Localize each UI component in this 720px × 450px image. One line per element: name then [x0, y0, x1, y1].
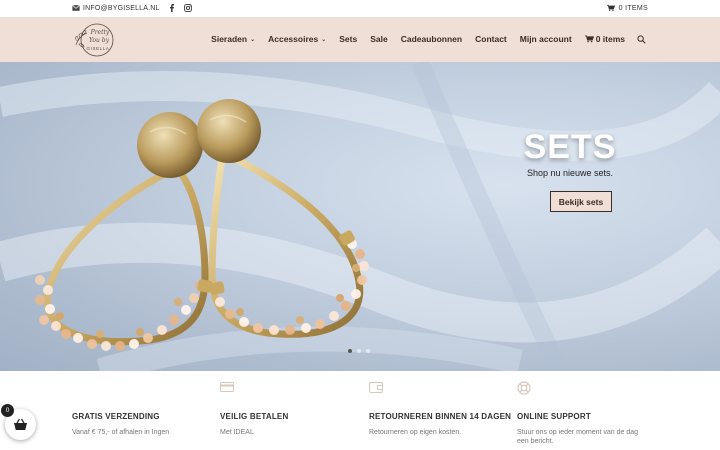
lifebuoy-icon: [517, 381, 531, 395]
site-header: Pretty You by GISELLA Sieraden ⌄ Accessoi…: [0, 17, 720, 62]
hero-image-earrings: [0, 62, 720, 371]
top-cart-text: 0 ITEMS: [618, 4, 648, 12]
top-cart-link[interactable]: 0 ITEMS: [606, 4, 648, 12]
slider-pagination: [348, 349, 370, 353]
feature-text: Stuur ons op ieder moment van de dag een…: [517, 429, 639, 445]
features-row: GRATIS VERZENDING Vanaf € 75,- of afhale…: [0, 371, 720, 450]
feature-text: Vanaf € 75,- of afhalen in Ingen: [72, 429, 170, 436]
feature-title: RETOURNEREN BINNEN 14 DAGEN: [369, 412, 512, 421]
email-link[interactable]: INFO@BYGISELLA.NL: [72, 4, 160, 12]
nav-item-sale[interactable]: Sale: [370, 34, 388, 44]
nav-cart-text: 0 items: [595, 34, 625, 44]
nav-item-accessoires[interactable]: Accessoires ⌄: [268, 34, 326, 44]
main-nav: Sieraden ⌄ Accessoires ⌄ Sets Sale Cadeaub…: [198, 34, 646, 44]
cart-icon: [584, 35, 594, 43]
floating-cart-count: 0: [1, 404, 14, 417]
feature-text: Met IDEAL: [220, 429, 254, 436]
nav-item-sets[interactable]: Sets: [339, 34, 357, 44]
bekijk-sets-button[interactable]: Bekijk sets: [550, 191, 612, 212]
feature-title: GRATIS VERZENDING: [72, 412, 160, 421]
chevron-down-icon: ⌄: [250, 36, 256, 43]
wallet-icon: [369, 382, 383, 393]
nav-label: Sets: [339, 34, 358, 44]
credit-card-icon: [220, 382, 234, 392]
hero-subtitle: Shop nu nieuwe sets.: [526, 168, 614, 178]
nav-label: Cadeaubonnen: [400, 34, 463, 44]
slider-dot-2[interactable]: [357, 349, 361, 353]
nav-label: Accessoires: [268, 34, 319, 44]
basket-icon: [14, 418, 27, 430]
hero-title: SETS: [523, 128, 617, 166]
search-icon[interactable]: [637, 34, 646, 44]
logo-line-1: Pretty: [90, 29, 110, 36]
feature-text: Retourneren op eigen kosten.: [369, 429, 462, 436]
chevron-down-icon: ⌄: [321, 36, 327, 43]
nav-cart[interactable]: 0 items: [584, 34, 625, 44]
instagram-icon[interactable]: [183, 4, 192, 12]
slider-dot-1[interactable]: [348, 349, 352, 353]
cart-icon: [606, 4, 615, 11]
nav-label: Mijn account: [519, 34, 572, 44]
nav-label: Sale: [370, 34, 388, 44]
nav-item-cadeaubonnen[interactable]: Cadeaubonnen: [401, 34, 462, 44]
logo-line-3: GISELLA: [87, 46, 110, 51]
nav-item-mijn-account[interactable]: Mijn account: [520, 34, 572, 44]
slider-dot-3[interactable]: [366, 349, 370, 353]
email-text: INFO@BYGISELLA.NL: [83, 4, 160, 12]
feature-title: VEILIG BETALEN: [220, 412, 289, 421]
mail-icon: [72, 4, 80, 11]
hero-slider: SETS Shop nu nieuwe sets. Bekijk sets: [0, 62, 720, 371]
top-bar-contact: INFO@BYGISELLA.NL: [72, 4, 192, 12]
nav-label: Contact: [475, 34, 507, 44]
feature-title: ONLINE SUPPORT: [517, 412, 591, 421]
nav-label: Sieraden: [211, 34, 248, 44]
nav-item-sieraden[interactable]: Sieraden ⌄: [211, 34, 255, 44]
nav-item-contact[interactable]: Contact: [475, 34, 507, 44]
logo-line-2: You by: [89, 37, 110, 44]
facebook-icon[interactable]: [168, 4, 176, 12]
logo[interactable]: Pretty You by GISELLA: [72, 21, 116, 58]
top-bar: INFO@BYGISELLA.NL 0 ITEMS: [0, 0, 720, 17]
